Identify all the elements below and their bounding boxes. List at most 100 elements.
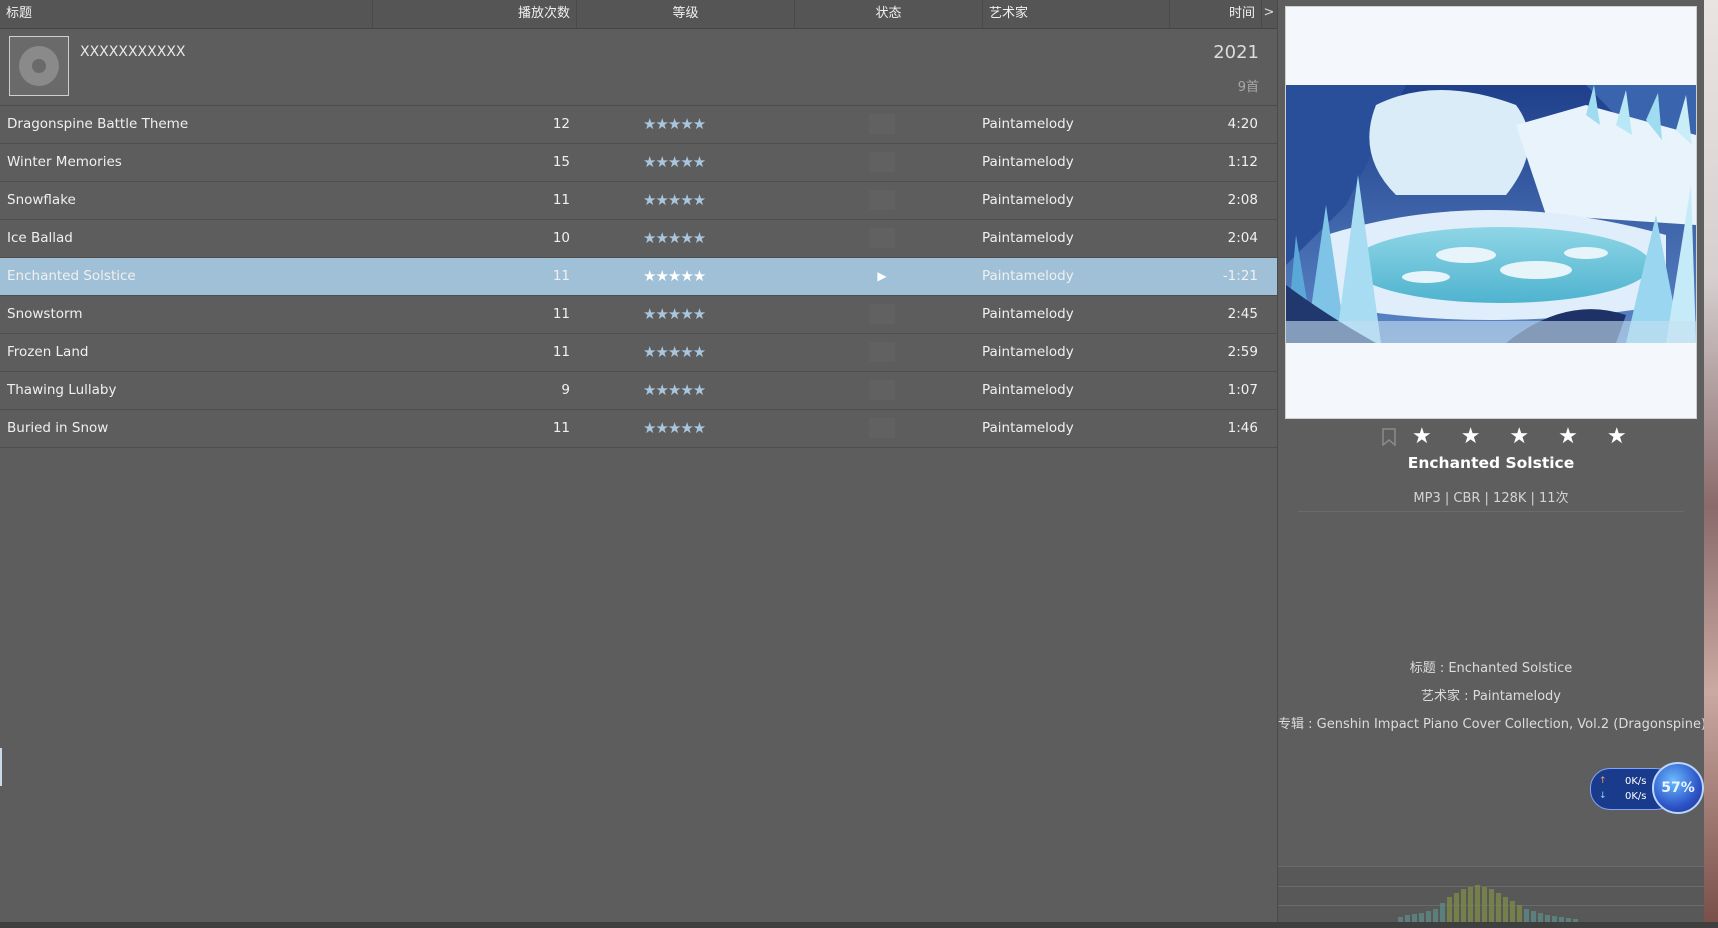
track-plays: 9 (561, 382, 570, 398)
column-header-title[interactable]: 标题 (0, 0, 373, 28)
spectrum-bar (1461, 889, 1466, 923)
column-header-rating[interactable]: 等级 (577, 0, 795, 28)
track-status (869, 190, 895, 210)
track-time: 1:07 (1227, 382, 1258, 398)
track-artist: Paintamelody (982, 116, 1074, 132)
table-row[interactable]: Winter Memories 15 ★★★★★ Paintamelody 1:12 (0, 144, 1277, 182)
track-rating[interactable]: ★★★★★ (643, 410, 706, 447)
table-row[interactable]: Enchanted Solstice 11 ★★★★★ ▶ Paintamelody -1… (0, 258, 1277, 296)
column-header-row: 标题 播放次数 等级 状态 艺术家 时间 > (0, 0, 1277, 29)
track-title: Thawing Lullaby (7, 382, 117, 398)
divider (1298, 511, 1684, 512)
track-artist: Paintamelody (982, 230, 1074, 246)
track-status (869, 114, 895, 134)
track-title: Enchanted Solstice (7, 268, 136, 284)
track-plays: 12 (552, 116, 570, 132)
track-plays: 15 (552, 154, 570, 170)
now-playing-rating[interactable]: ★ ★ ★ ★ ★ (1278, 424, 1704, 449)
album-cover-art (1286, 85, 1696, 343)
playlist-pane: 标题 播放次数 等级 状态 艺术家 时间 > XXXXXXXXXXX 2021 … (0, 0, 1278, 922)
track-time: 2:59 (1227, 344, 1258, 360)
track-plays: 11 (552, 344, 570, 360)
track-title: Winter Memories (7, 154, 122, 170)
table-row[interactable]: Buried in Snow 11 ★★★★★ Paintamelody 1:46 (0, 410, 1277, 448)
track-rating[interactable]: ★★★★★ (643, 296, 706, 333)
memory-usage-ball[interactable]: 57% (1652, 762, 1704, 814)
track-title: Frozen Land (7, 344, 89, 360)
track-time: 4:20 (1227, 116, 1258, 132)
download-speed-value: 0K/s (1625, 791, 1647, 802)
spectrum-bar (1440, 903, 1445, 923)
upload-speed-value: 0K/s (1625, 776, 1647, 787)
track-plays: 11 (552, 192, 570, 208)
track-rating[interactable]: ★★★★★ (643, 182, 706, 219)
track-time: 1:12 (1227, 154, 1258, 170)
track-title: Snowstorm (7, 306, 83, 322)
column-header-artist[interactable]: 艺术家 (983, 0, 1170, 28)
album-year: 2021 (1213, 42, 1259, 63)
track-time: 2:04 (1227, 230, 1258, 246)
track-artist: Paintamelody (982, 306, 1074, 322)
network-speed-widget[interactable]: ↑ 0K/s ↓ 0K/s 57% (1590, 762, 1705, 814)
track-rating[interactable]: ★★★★★ (643, 144, 706, 181)
track-rating[interactable]: ★★★★★ (643, 258, 706, 295)
track-status (869, 418, 895, 438)
track-rating[interactable]: ★★★★★ (643, 372, 706, 409)
spectrum-bars (1398, 885, 1578, 923)
track-rating[interactable]: ★★★★★ (643, 334, 706, 371)
bottom-edge (0, 922, 1718, 928)
spectrum-bar (1496, 893, 1501, 923)
track-title: Dragonspine Battle Theme (7, 116, 189, 132)
desktop-background-edge (1704, 0, 1718, 922)
star-rating[interactable]: ★ ★ ★ ★ ★ (1412, 424, 1638, 449)
upload-arrow-icon: ↑ (1599, 776, 1607, 786)
spectrum-bar (1489, 889, 1494, 923)
expand-columns-button[interactable]: > (1262, 0, 1276, 28)
table-row[interactable]: Snowflake 11 ★★★★★ Paintamelody 2:08 (0, 182, 1277, 220)
spectrum-bar (1517, 905, 1522, 923)
download-speed: ↓ 0K/s (1599, 791, 1647, 802)
download-arrow-icon: ↓ (1599, 791, 1607, 801)
table-row[interactable]: Dragonspine Battle Theme 12 ★★★★★ Paintamel… (0, 106, 1277, 144)
track-plays: 11 (552, 420, 570, 436)
spectrum-bar (1454, 893, 1459, 923)
track-artist: Paintamelody (982, 382, 1074, 398)
column-header-plays[interactable]: 播放次数 (373, 0, 577, 28)
track-time: 2:45 (1227, 306, 1258, 322)
album-group-header[interactable]: XXXXXXXXXXX 2021 9首 (0, 28, 1277, 106)
track-title: Snowflake (7, 192, 76, 208)
table-row[interactable]: Snowstorm 11 ★★★★★ Paintamelody 2:45 (0, 296, 1277, 334)
track-rating[interactable]: ★★★★★ (643, 220, 706, 257)
disc-icon (9, 36, 69, 96)
track-artist: Paintamelody (982, 344, 1074, 360)
audio-spectrum (1278, 866, 1704, 923)
table-row[interactable]: Ice Ballad 10 ★★★★★ Paintamelody 2:04 (0, 220, 1277, 258)
spectrum-bar (1447, 897, 1452, 923)
meta-artist: 艺术家 : Paintamelody (1421, 689, 1561, 704)
track-rating[interactable]: ★★★★★ (643, 106, 706, 143)
spectrum-bar (1503, 897, 1508, 923)
track-status (869, 152, 895, 172)
meta-title: 标题 : Enchanted Solstice (1409, 661, 1573, 676)
track-title: Ice Ballad (7, 230, 73, 246)
track-title: Buried in Snow (7, 420, 109, 436)
track-time: 1:46 (1227, 420, 1258, 436)
album-name: XXXXXXXXXXX (80, 44, 186, 60)
upload-speed: ↑ 0K/s (1599, 776, 1647, 787)
track-artist: Paintamelody (982, 154, 1074, 170)
column-header-status[interactable]: 状态 (795, 0, 983, 28)
column-header-time[interactable]: 时间 (1170, 0, 1262, 28)
bookmark-icon[interactable] (1382, 428, 1396, 446)
album-cover-frame (1285, 6, 1697, 419)
track-time: -1:21 (1222, 268, 1258, 284)
now-playing-format: MP3 | CBR | 128K | 11次 (1413, 491, 1569, 506)
spectrum-bar (1433, 909, 1438, 923)
splitter-handle[interactable] (0, 748, 2, 786)
table-row[interactable]: Thawing Lullaby 9 ★★★★★ Paintamelody 1:07 (0, 372, 1277, 410)
table-row[interactable]: Frozen Land 11 ★★★★★ Paintamelody 2:59 (0, 334, 1277, 372)
track-plays: 11 (552, 306, 570, 322)
track-artist: Paintamelody (982, 420, 1074, 436)
track-time: 2:08 (1227, 192, 1258, 208)
track-status (869, 342, 895, 362)
meta-album: 专辑 : Genshin Impact Piano Cover Collecti… (1278, 717, 1707, 732)
